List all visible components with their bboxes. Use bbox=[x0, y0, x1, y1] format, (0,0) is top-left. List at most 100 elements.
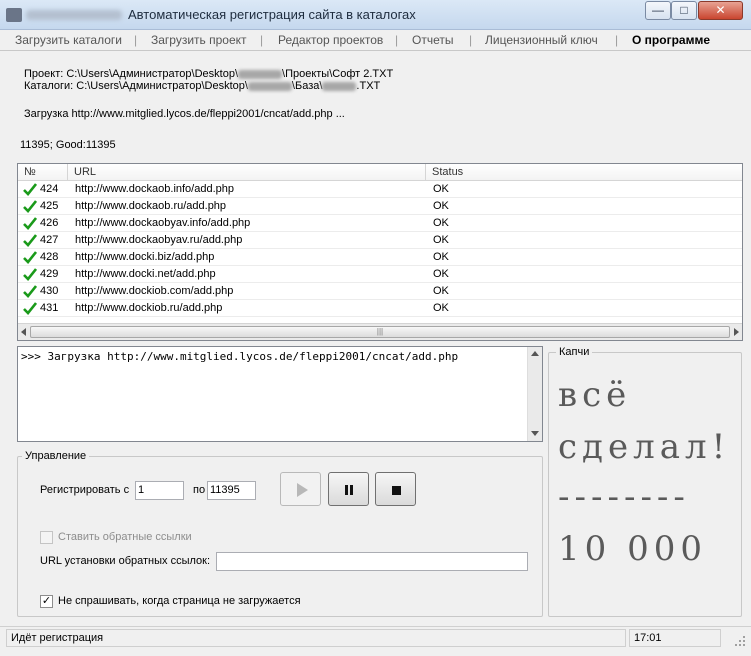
project-path-suffix: \Проекты\Софт 2.TXT bbox=[282, 68, 394, 80]
scroll-up-icon[interactable] bbox=[531, 351, 539, 356]
scrollbar-thumb[interactable]: ||| bbox=[30, 326, 730, 338]
control-group-label: Управление bbox=[22, 450, 90, 462]
table-row[interactable]: 431 http://www.dockiob.ru/add.php OK bbox=[18, 300, 742, 317]
status-time: 17:01 bbox=[629, 629, 721, 647]
menu-reports[interactable]: Отчеты bbox=[412, 33, 453, 47]
menu-separator: | bbox=[134, 33, 138, 47]
to-input[interactable]: 11395 bbox=[207, 481, 256, 500]
cell-status: OK bbox=[433, 268, 449, 280]
title-bar: Автоматическая регистрация сайта в катал… bbox=[0, 0, 751, 30]
scroll-down-icon[interactable] bbox=[531, 431, 539, 436]
catalogs-path: Каталоги: C:\Users\Администратор\Desktop… bbox=[24, 80, 380, 92]
cell-status: OK bbox=[433, 183, 449, 195]
catalogs-path-suffix: .TXT bbox=[356, 80, 381, 92]
check-icon bbox=[23, 302, 37, 315]
menu-load-catalogs[interactable]: Загрузить каталоги bbox=[15, 33, 122, 47]
scroll-left-icon[interactable] bbox=[21, 328, 26, 336]
menu-bar: Загрузить каталоги | Загрузить проект | … bbox=[0, 30, 751, 51]
pause-icon bbox=[345, 485, 353, 495]
horizontal-scrollbar[interactable]: ||| bbox=[18, 323, 742, 340]
check-icon bbox=[23, 234, 37, 247]
stop-button[interactable] bbox=[375, 472, 416, 506]
from-input[interactable]: 1 bbox=[135, 481, 184, 500]
cell-number: 431 bbox=[40, 302, 59, 314]
scroll-right-icon[interactable] bbox=[734, 328, 739, 336]
menu-separator: | bbox=[615, 33, 619, 47]
play-icon bbox=[297, 483, 308, 497]
stop-icon bbox=[392, 486, 401, 495]
menu-separator: | bbox=[469, 33, 473, 47]
blurred-folder bbox=[247, 81, 292, 91]
column-status[interactable]: Status bbox=[426, 164, 742, 181]
cell-number: 424 bbox=[40, 183, 59, 195]
window-title: Автоматическая регистрация сайта в катал… bbox=[128, 7, 416, 22]
backlinks-checkbox[interactable] bbox=[40, 531, 53, 544]
backlinks-label: Ставить обратные ссылки bbox=[58, 531, 192, 543]
status-bar: Идёт регистрация 17:01 bbox=[0, 626, 751, 648]
catalogs-path-mid: \База\ bbox=[291, 80, 323, 92]
cell-status: OK bbox=[433, 200, 449, 212]
log-text: >>> Загрузка http://www.mitglied.lycos.d… bbox=[21, 350, 459, 363]
cell-status: OK bbox=[433, 285, 449, 297]
captcha-line: сделал! bbox=[558, 427, 731, 467]
captcha-line: -------- bbox=[558, 477, 690, 517]
close-button[interactable]: ✕ bbox=[698, 1, 743, 20]
cell-url: http://www.docki.biz/add.php bbox=[75, 251, 215, 263]
cell-status: OK bbox=[433, 217, 449, 229]
app-icon bbox=[6, 8, 22, 22]
check-icon bbox=[23, 183, 37, 196]
cell-number: 425 bbox=[40, 200, 59, 212]
vertical-scrollbar[interactable] bbox=[527, 347, 542, 441]
cell-url: http://www.dockaobyav.info/add.php bbox=[75, 217, 251, 229]
menu-separator: | bbox=[395, 33, 399, 47]
table-row[interactable]: 426 http://www.dockaobyav.info/add.php O… bbox=[18, 215, 742, 232]
table-row[interactable]: 430 http://www.dockiob.com/add.php OK bbox=[18, 283, 742, 300]
check-icon bbox=[23, 217, 37, 230]
pause-button[interactable] bbox=[328, 472, 369, 506]
column-number[interactable]: № bbox=[18, 164, 68, 181]
to-label: по bbox=[193, 484, 206, 496]
no-ask-checkbox[interactable]: ✓ bbox=[40, 595, 53, 608]
blurred-app-name bbox=[26, 10, 122, 20]
blurred-folder bbox=[238, 69, 283, 79]
table-row[interactable]: 424 http://www.dockaob.info/add.php OK bbox=[18, 181, 742, 198]
backlinks-url-label: URL установки обратных ссылок: bbox=[40, 555, 211, 567]
table-row[interactable]: 429 http://www.docki.net/add.php OK bbox=[18, 266, 742, 283]
cell-url: http://www.dockaob.ru/add.php bbox=[75, 200, 227, 212]
check-icon bbox=[23, 285, 37, 298]
minimize-button[interactable]: — bbox=[645, 1, 671, 20]
captcha-line: 10 000 bbox=[558, 529, 707, 569]
check-icon bbox=[23, 268, 37, 281]
cell-number: 427 bbox=[40, 234, 59, 246]
no-ask-label: Не спрашивать, когда страница не загружа… bbox=[58, 595, 301, 607]
menu-load-project[interactable]: Загрузить проект bbox=[151, 33, 247, 47]
cell-number: 428 bbox=[40, 251, 59, 263]
column-url[interactable]: URL bbox=[68, 164, 426, 181]
backlinks-url-input[interactable] bbox=[216, 552, 528, 571]
play-button[interactable] bbox=[280, 472, 321, 506]
cell-number: 430 bbox=[40, 285, 59, 297]
cell-url: http://www.dockiob.com/add.php bbox=[75, 285, 234, 297]
cell-number: 426 bbox=[40, 217, 59, 229]
cell-url: http://www.docki.net/add.php bbox=[75, 268, 216, 280]
results-table[interactable]: № URL Status 424 http://www.dockaob.info… bbox=[17, 163, 743, 341]
menu-project-editor[interactable]: Редактор проектов bbox=[278, 33, 383, 47]
table-row[interactable]: 425 http://www.dockaob.ru/add.php OK bbox=[18, 198, 742, 215]
table-row[interactable]: 427 http://www.dockaobyav.ru/add.php OK bbox=[18, 232, 742, 249]
resize-grip-icon[interactable] bbox=[734, 635, 746, 647]
loading-status: Загрузка http://www.mitglied.lycos.de/fl… bbox=[24, 108, 345, 120]
table-row[interactable]: 428 http://www.docki.biz/add.php OK bbox=[18, 249, 742, 266]
captcha-label: Капчи bbox=[556, 346, 593, 358]
cell-status: OK bbox=[433, 234, 449, 246]
project-path: Проект: C:\Users\Администратор\Desktop\ \… bbox=[24, 68, 393, 80]
menu-about[interactable]: О программе bbox=[632, 33, 710, 47]
cell-url: http://www.dockiob.ru/add.php bbox=[75, 302, 223, 314]
captcha-line: всё bbox=[558, 375, 632, 415]
check-icon bbox=[23, 200, 37, 213]
maximize-button[interactable]: □ bbox=[671, 1, 697, 20]
menu-license-key[interactable]: Лицензионный ключ bbox=[485, 33, 598, 47]
cell-url: http://www.dockaob.info/add.php bbox=[75, 183, 234, 195]
counter-text: 11395; Good:11395 bbox=[20, 139, 116, 151]
project-path-prefix: Проект: C:\Users\Администратор\Desktop\ bbox=[24, 68, 239, 80]
log-textarea[interactable]: >>> Загрузка http://www.mitglied.lycos.d… bbox=[17, 346, 543, 442]
